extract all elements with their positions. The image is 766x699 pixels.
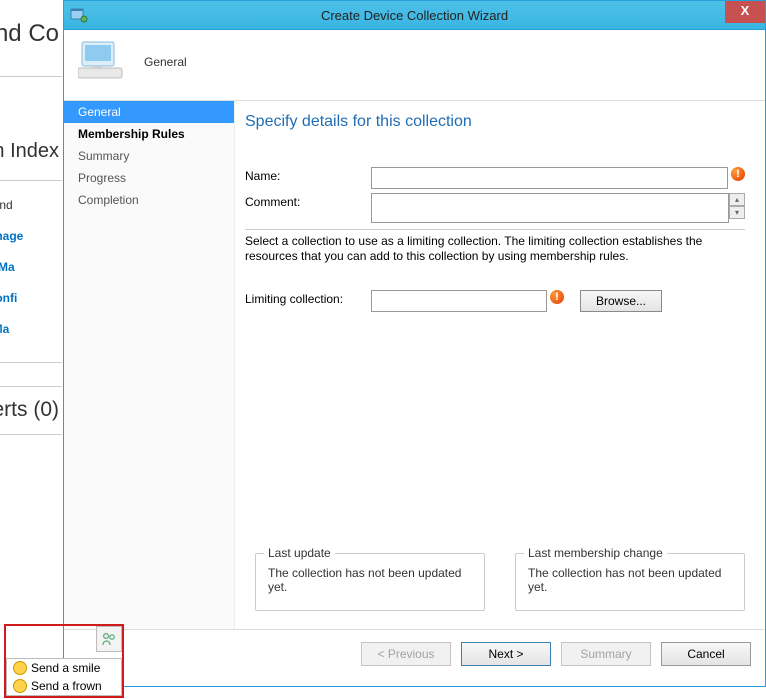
error-icon: ! [550, 290, 564, 304]
close-button[interactable]: X [725, 1, 765, 23]
nav-item-general[interactable]: General [64, 101, 234, 123]
limiting-collection-input[interactable] [371, 290, 547, 312]
comment-input[interactable] [371, 193, 729, 223]
next-button[interactable]: Next > [461, 642, 551, 666]
nav-item-progress[interactable]: Progress [64, 167, 234, 189]
bg-subtitle: on Index [0, 140, 59, 163]
spinner-icon[interactable]: ▴▾ [729, 193, 745, 219]
titlebar[interactable]: Create Device Collection Wizard X [64, 1, 765, 30]
error-icon: ! [731, 167, 745, 181]
background-window: and Co on Index e users and ons: Manage … [0, 0, 63, 699]
page-heading: Specify details for this collection [245, 113, 745, 131]
wizard-nav: General Membership Rules Summary Progres… [64, 101, 235, 629]
cancel-button[interactable]: Cancel [661, 642, 751, 666]
send-smile-item[interactable]: Send a smile [7, 659, 121, 677]
nav-item-membership-rules[interactable]: Membership Rules [64, 123, 234, 145]
window-title: Create Device Collection Wizard [64, 8, 765, 23]
wizard-footer: < Previous Next > Summary Cancel [64, 629, 765, 678]
last-update-box: Last update The collection has not been … [255, 553, 485, 611]
feedback-button[interactable] [96, 626, 122, 652]
header-label: General [144, 55, 187, 69]
computer-icon [78, 38, 126, 86]
last-update-text: The collection has not been updated yet. [268, 566, 461, 594]
wizard-main: Specify details for this collection Name… [235, 101, 765, 629]
wizard-dialog: Create Device Collection Wizard X Genera… [63, 0, 766, 687]
wizard-header: General [64, 30, 765, 101]
previous-button: < Previous [361, 642, 451, 666]
limiting-label: Limiting collection: [245, 290, 371, 306]
feedback-highlight: Send a smile Send a frown [4, 624, 124, 698]
name-label: Name: [245, 167, 371, 183]
comment-label: Comment: [245, 193, 371, 209]
nav-item-completion[interactable]: Completion [64, 189, 234, 211]
last-change-box: Last membership change The collection ha… [515, 553, 745, 611]
last-update-title: Last update [264, 546, 335, 560]
bg-links: e users and ons: Manage gration: Ma erin… [0, 190, 23, 345]
nav-item-summary[interactable]: Summary [64, 145, 234, 167]
frown-icon [13, 679, 27, 693]
last-change-title: Last membership change [524, 546, 667, 560]
help-text: Select a collection to use as a limiting… [245, 234, 745, 264]
name-input[interactable] [371, 167, 728, 189]
feedback-menu: Send a smile Send a frown [6, 658, 122, 696]
send-frown-item[interactable]: Send a frown [7, 677, 121, 695]
last-change-text: The collection has not been updated yet. [528, 566, 721, 594]
bg-title: and Co [0, 20, 59, 48]
smile-icon [13, 661, 27, 675]
bg-alerts: lerts (0) [0, 398, 59, 422]
summary-button: Summary [561, 642, 651, 666]
browse-button[interactable]: Browse... [580, 290, 662, 312]
people-icon [101, 631, 117, 647]
